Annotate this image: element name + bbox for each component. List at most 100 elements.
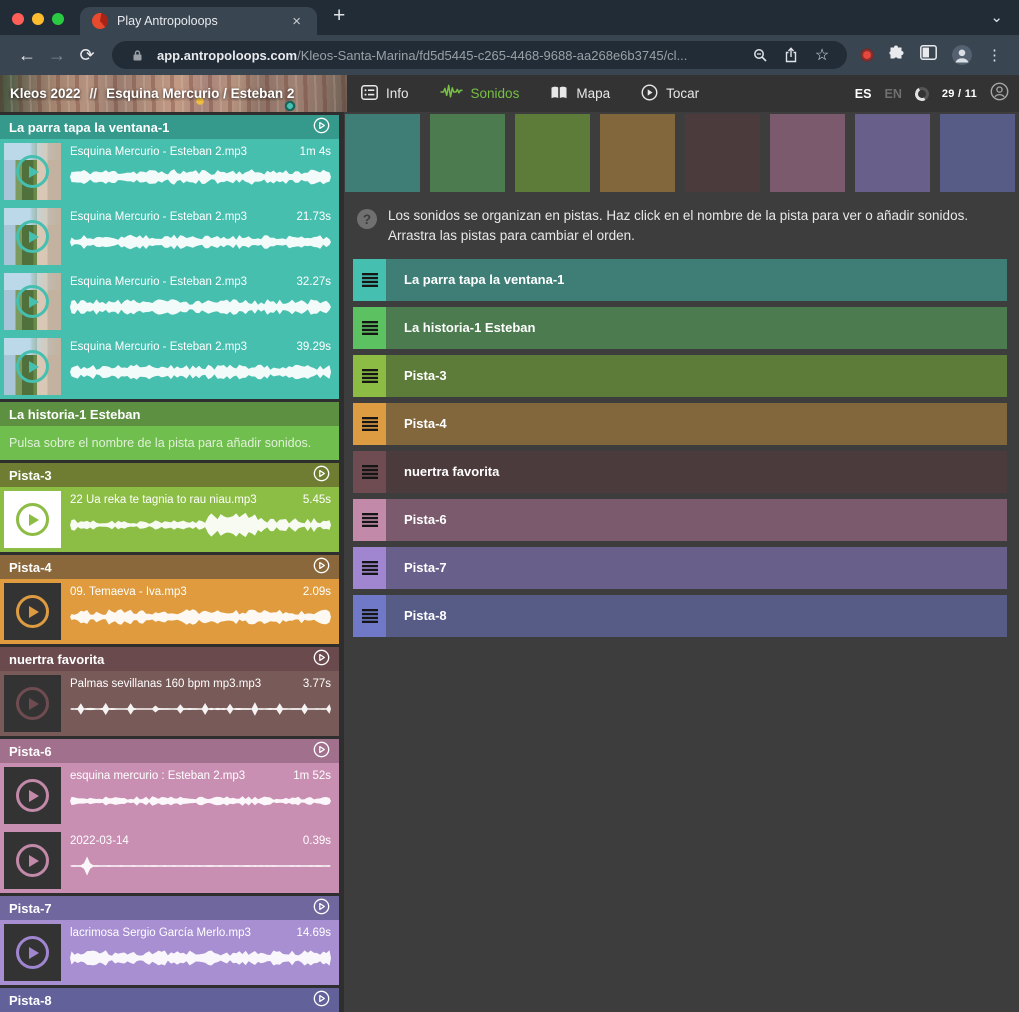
track-section-header[interactable]: nuertra favorita [0,647,339,671]
clip-play-button[interactable] [16,220,49,253]
clip-waveform[interactable] [70,851,331,881]
clip-thumbnail[interactable] [4,208,61,265]
drag-handle[interactable] [353,307,386,349]
track-row-bar[interactable]: Pista-8 [386,595,1007,637]
track-play-icon[interactable] [313,898,330,918]
track-play-icon[interactable] [313,741,330,761]
browser-tab[interactable]: Play Antropoloops × [80,7,317,35]
drag-handle[interactable] [353,547,386,589]
clip-thumbnail[interactable] [4,767,61,824]
clip-play-button[interactable] [16,595,49,628]
clip-play-button[interactable] [16,350,49,383]
clip-waveform[interactable] [70,510,331,540]
close-window-button[interactable] [12,13,24,25]
track-row[interactable]: Pista-4 [353,403,1007,445]
clip-thumbnail[interactable] [4,832,61,889]
tab-info[interactable]: Info [361,85,409,103]
drag-handle[interactable] [353,259,386,301]
clip-waveform[interactable] [70,694,331,724]
track-row-bar[interactable]: Pista-3 [386,355,1007,397]
audio-clip[interactable]: Palmas sevillanas 160 bpm mp3.mp33.77s [0,671,339,736]
track-play-icon[interactable] [313,649,330,669]
track-row[interactable]: La historia-1 Esteban [353,307,1007,349]
clip-waveform[interactable] [70,292,331,322]
audio-clip[interactable]: Esquina Mercurio - Esteban 2.mp31m 4s [0,139,339,204]
track-row-bar[interactable]: Pista-7 [386,547,1007,589]
clip-thumbnail[interactable] [4,338,61,395]
minimize-window-button[interactable] [32,13,44,25]
drag-handle[interactable] [353,499,386,541]
clip-waveform[interactable] [70,357,331,387]
lang-en-button[interactable]: EN [884,87,901,101]
audio-clip[interactable]: lacrimosa Sergio García Merlo.mp314.69s [0,920,339,985]
reload-button[interactable]: ⟳ [72,40,102,70]
track-play-icon[interactable] [313,465,330,485]
browser-menu-kebab-icon[interactable]: ⋮ [987,46,1002,64]
track-section-header[interactable]: Pista-4 [0,555,339,579]
drag-handle[interactable] [353,355,386,397]
audio-clip[interactable]: 22 Ua reka te tagnia to rau niau.mp35.45… [0,487,339,552]
tab-close-icon[interactable]: × [288,12,305,31]
track-row[interactable]: Pista-7 [353,547,1007,589]
track-row[interactable]: nuertra favorita [353,451,1007,493]
track-row[interactable]: Pista-6 [353,499,1007,541]
project-name[interactable]: Kleos 2022 [10,86,81,101]
track-play-icon[interactable] [313,990,330,1010]
clip-waveform[interactable] [70,227,331,257]
track-row-bar[interactable]: La historia-1 Esteban [386,307,1007,349]
extensions-puzzle-icon[interactable] [888,44,905,66]
clip-play-button[interactable] [16,503,49,536]
tab-mapa[interactable]: Mapa [550,85,610,103]
record-extension-icon[interactable] [861,49,873,61]
clip-thumbnail[interactable] [4,924,61,981]
track-play-icon[interactable] [313,557,330,577]
back-button[interactable]: ← [12,40,42,70]
audio-clip[interactable]: 09. Temaeva - Iva.mp32.09s [0,579,339,644]
clip-play-button[interactable] [16,779,49,812]
tab-search-chevron-icon[interactable]: ⌄ [990,8,1003,26]
bookmark-star-icon[interactable]: ☆ [811,45,833,65]
clip-thumbnail[interactable] [4,675,61,732]
clip-play-button[interactable] [16,936,49,969]
new-tab-button[interactable]: + [333,4,345,28]
track-section-header[interactable]: La parra tapa la ventana-1 [0,115,339,139]
clip-thumbnail[interactable] [4,583,61,640]
clip-thumbnail[interactable] [4,491,61,548]
clip-play-button[interactable] [16,687,49,720]
clip-play-button[interactable] [16,285,49,318]
audio-clip[interactable]: Esquina Mercurio - Esteban 2.mp332.27s [0,269,339,334]
track-section-header[interactable]: Pista-3 [0,463,339,487]
audio-clip[interactable]: 2022-03-140.39s [0,828,339,893]
tab-sonidos[interactable]: Sonidos [440,84,520,103]
address-bar[interactable]: app.antropoloops.com/Kleos-Santa-Marina/… [112,41,847,69]
clip-thumbnail[interactable] [4,143,61,200]
track-row[interactable]: Pista-3 [353,355,1007,397]
clip-waveform[interactable] [70,943,331,973]
track-section-header[interactable]: Pista-6 [0,739,339,763]
track-row-bar[interactable]: Pista-6 [386,499,1007,541]
clip-play-button[interactable] [16,155,49,188]
audio-clip[interactable]: Esquina Mercurio - Esteban 2.mp339.29s [0,334,339,399]
track-row-bar[interactable]: nuertra favorita [386,451,1007,493]
zoom-page-icon[interactable] [749,48,771,63]
track-section-header[interactable]: La historia-1 Esteban [0,402,339,426]
forward-button[interactable]: → [42,40,72,70]
audio-clip[interactable]: Esquina Mercurio - Esteban 2.mp321.73s [0,204,339,269]
track-row[interactable]: Pista-8 [353,595,1007,637]
clip-waveform[interactable] [70,602,331,632]
zoom-window-button[interactable] [52,13,64,25]
account-icon[interactable] [990,82,1009,106]
clip-play-button[interactable] [16,844,49,877]
tab-tocar[interactable]: Tocar [641,84,699,104]
clip-thumbnail[interactable] [4,273,61,330]
clip-waveform[interactable] [70,786,331,816]
lang-es-button[interactable]: ES [855,87,872,101]
drag-handle[interactable] [353,595,386,637]
audio-clip[interactable]: esquina mercurio : Esteban 2.mp31m 52s [0,763,339,828]
share-icon[interactable] [780,47,802,63]
track-row[interactable]: La parra tapa la ventana-1 [353,259,1007,301]
track-section-header[interactable]: Pista-8 [0,988,339,1012]
clip-waveform[interactable] [70,162,331,192]
profile-avatar[interactable] [952,45,972,65]
drag-handle[interactable] [353,403,386,445]
